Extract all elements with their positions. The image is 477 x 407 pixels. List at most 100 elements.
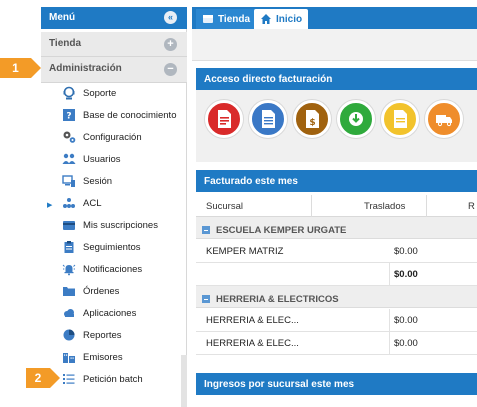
minus-icon[interactable]: − — [164, 63, 177, 76]
panel-header-quick-access: Acceso directo facturación — [196, 68, 477, 90]
table-subtotal-row: $0.00 — [196, 263, 477, 286]
document-button[interactable] — [249, 100, 287, 138]
sidebar-item-label: Notificaciones — [83, 263, 143, 275]
cell-subtotal: $0.00 — [394, 269, 418, 280]
tab-label: Tienda — [218, 13, 251, 25]
sidebar-item-label: Aplicaciones — [83, 307, 137, 319]
group-row[interactable]: HERRERIA & ELECTRICOS — [196, 286, 477, 308]
plus-icon[interactable]: + — [164, 38, 177, 51]
expand-arrow-icon[interactable]: ▶ — [47, 201, 52, 209]
callout-badge-1: 1 — [0, 58, 41, 78]
collapse-group-icon[interactable] — [202, 226, 210, 234]
sidebar-item-aplicaciones[interactable]: Aplicaciones — [61, 303, 187, 323]
sidebar-section-administracion[interactable]: Administración − — [41, 57, 187, 83]
cell-traslados: $0.00 — [394, 315, 418, 326]
pdf-document-icon — [218, 110, 231, 128]
panel-header-income: Ingresos por sucursal este mes — [196, 373, 477, 395]
sidebar-item-mis-suscripciones[interactable]: Mis suscripciones — [61, 215, 187, 235]
payment-document-button[interactable]: $ — [293, 100, 331, 138]
list-icon — [61, 372, 77, 386]
callout-badge-2: 2 — [26, 368, 60, 388]
document-icon — [262, 110, 275, 128]
toolbar-strip — [192, 29, 477, 61]
table-row[interactable]: HERRERIA & ELEC... $0.00 — [196, 332, 477, 355]
table-header: Sucursal Traslados R — [196, 195, 477, 217]
sidebar-section-tienda[interactable]: Tienda + — [41, 32, 187, 57]
bell-icon — [61, 262, 77, 276]
panel-header-billed: Facturado este mes — [196, 170, 477, 192]
sidebar-item-label: Mis suscripciones — [83, 219, 158, 231]
column-divider — [426, 195, 427, 217]
column-divider — [311, 195, 312, 217]
store-icon — [203, 15, 213, 23]
table-row[interactable]: HERRERIA & ELEC... $0.00 — [196, 309, 477, 332]
sidebar-item-label: Soporte — [83, 87, 117, 99]
sidebar-item-seguimientos[interactable]: Seguimientos — [61, 237, 187, 257]
sidebar: Menú « Tienda + Administración − Soporte… — [41, 7, 187, 407]
sidebar-item-emisores[interactable]: Emisores — [61, 347, 187, 367]
shipping-button[interactable] — [425, 100, 463, 138]
cell-sucursal: KEMPER MATRIZ — [206, 246, 284, 257]
cell-traslados: $0.00 — [394, 338, 418, 349]
cloud-icon — [61, 306, 77, 320]
panel-title: Ingresos por sucursal este mes — [204, 379, 355, 390]
sidebar-item-label: Emisores — [83, 351, 123, 363]
acl-icon — [61, 196, 77, 210]
sidebar-section-label: Administración — [49, 63, 122, 74]
group-row[interactable]: ESCUELA KEMPER URGATE — [196, 217, 477, 239]
column-header-sucursal[interactable]: Sucursal — [206, 201, 243, 212]
panel-title: Facturado este mes — [204, 176, 298, 187]
sidebar-item-usuarios[interactable]: Usuarios — [61, 149, 187, 169]
collapse-group-icon[interactable] — [202, 295, 210, 303]
cell-sucursal: HERRERIA & ELEC... — [206, 315, 299, 326]
sidebar-item-configuracion[interactable]: Configuración — [61, 127, 187, 147]
note-document-button[interactable] — [381, 100, 419, 138]
sidebar-item-label: Configuración — [83, 131, 142, 143]
group-name: HERRERIA & ELECTRICOS — [216, 293, 339, 305]
sidebar-item-ordenes[interactable]: Órdenes — [61, 281, 187, 301]
card-icon — [61, 218, 77, 232]
sidebar-item-reportes[interactable]: Reportes — [61, 325, 187, 345]
sidebar-item-label: Órdenes — [83, 285, 120, 297]
gears-icon — [61, 130, 77, 144]
collapse-sidebar-icon[interactable]: « — [164, 11, 177, 24]
session-icon — [61, 174, 77, 188]
clipboard-icon — [61, 240, 77, 254]
cell-traslados: $0.00 — [394, 246, 418, 257]
sidebar-section-label: Tienda — [49, 38, 82, 49]
cloud-download-icon — [349, 112, 363, 126]
quick-access-buttons: $ — [205, 100, 463, 138]
sidebar-header: Menú « — [41, 7, 187, 29]
sidebar-item-soporte[interactable]: Soporte — [61, 83, 187, 103]
sidebar-item-base-conocimiento[interactable]: ? Base de conocimiento — [61, 105, 187, 125]
panel-title: Acceso directo facturación — [204, 74, 333, 85]
sidebar-title: Menú — [49, 12, 76, 23]
support-icon — [61, 86, 77, 100]
sidebar-item-sesion[interactable]: Sesión — [61, 171, 187, 191]
column-divider — [389, 309, 390, 332]
pie-chart-icon — [61, 328, 77, 342]
table-row[interactable]: KEMPER MATRIZ $0.00 — [196, 240, 477, 263]
sidebar-item-label: Base de conocimiento — [83, 109, 177, 121]
download-button[interactable] — [337, 100, 375, 138]
tab-tienda[interactable]: Tienda — [196, 9, 257, 29]
column-divider — [389, 263, 390, 286]
sidebar-item-peticion-batch[interactable]: Petición batch — [61, 369, 187, 389]
sidebar-item-label: Sesión — [83, 175, 113, 187]
group-name: ESCUELA KEMPER URGATE — [216, 224, 347, 236]
column-header-traslados[interactable]: Traslados — [364, 201, 405, 212]
sidebar-item-acl[interactable]: ACL — [61, 193, 187, 213]
payment-document-icon: $ — [306, 110, 319, 128]
sidebar-item-label: Reportes — [83, 329, 122, 341]
column-divider — [389, 332, 390, 355]
tab-inicio[interactable]: Inicio — [254, 9, 309, 29]
sidebar-item-label: ACL — [83, 197, 102, 209]
column-header-r[interactable]: R — [468, 201, 475, 212]
sidebar-item-label: Usuarios — [83, 153, 121, 165]
pdf-invoice-button[interactable] — [205, 100, 243, 138]
sidebar-item-notificaciones[interactable]: Notificaciones — [61, 259, 187, 279]
sidebar-scrollbar[interactable] — [181, 355, 187, 407]
svg-text:?: ? — [66, 112, 71, 122]
tab-label: Inicio — [276, 13, 303, 25]
home-icon — [261, 14, 271, 24]
